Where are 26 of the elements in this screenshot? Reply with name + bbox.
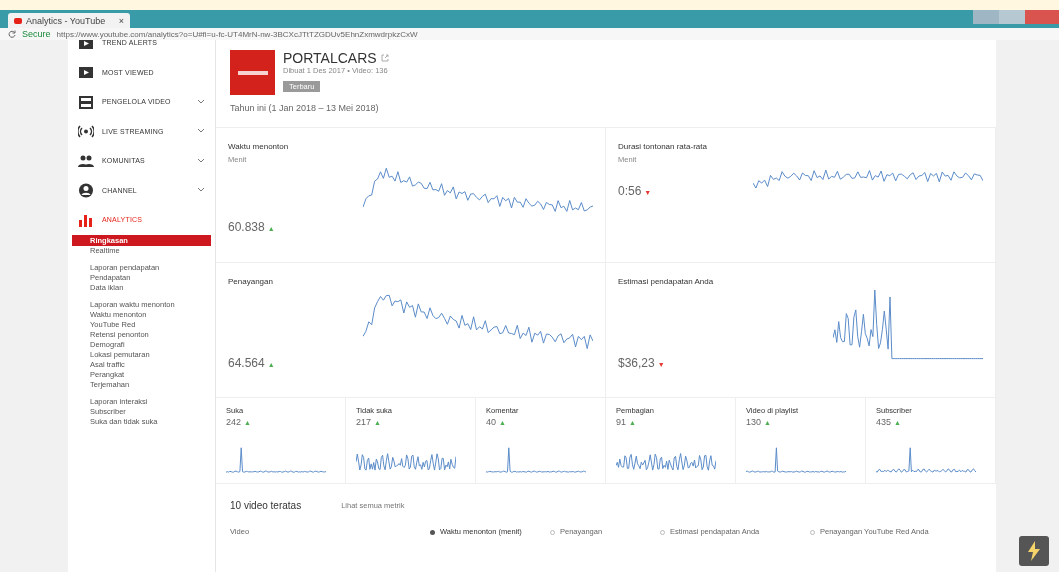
address-bar[interactable]: https://www.youtube.com/analytics?o=U#fi=u-fc-UT4MrN-nw-3BCXcJTtTZGDUv5EhnZxmwdrpkzCxW	[56, 29, 418, 39]
chevron-down-icon	[197, 128, 205, 135]
metric-title: Waktu menonton	[228, 142, 290, 151]
person-icon	[78, 182, 94, 199]
tab-title: Analytics - YouTube	[26, 15, 107, 26]
youtube-icon	[14, 17, 22, 24]
film-icon	[78, 93, 94, 110]
metric-title: Estimasi pendapatan Anda	[618, 277, 715, 286]
browser-tab[interactable]: Analytics - YouTube ×	[8, 13, 130, 28]
security-label: Secure	[22, 29, 51, 39]
section-title: 10 video teratas	[230, 500, 302, 511]
link-icon[interactable]	[380, 54, 389, 62]
metric-title: Durasi tontonan rata-rata	[618, 142, 708, 151]
chevron-down-icon	[197, 98, 205, 105]
reload-icon[interactable]	[8, 30, 16, 38]
chevron-down-icon	[197, 187, 205, 194]
lightning-button[interactable]	[1019, 536, 1049, 566]
metric-title: Penayangan	[228, 277, 274, 286]
video-icon	[78, 64, 94, 81]
lightning-icon	[1027, 541, 1041, 561]
radio-icon	[430, 529, 435, 535]
broadcast-icon	[78, 123, 94, 140]
channel-name[interactable]: PORTALCARS	[283, 50, 377, 66]
close-icon[interactable]: ×	[118, 15, 124, 26]
channel-logo	[230, 50, 275, 95]
chevron-down-icon	[197, 157, 205, 164]
